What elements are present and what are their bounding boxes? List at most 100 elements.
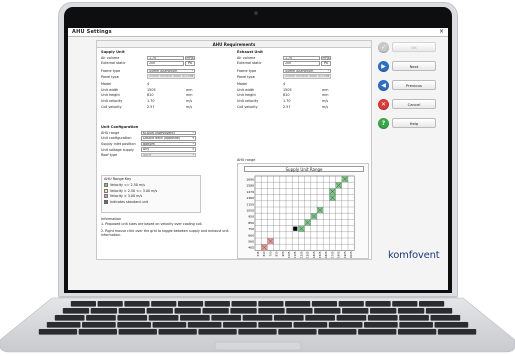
help-icon: ? xyxy=(378,117,389,129)
cancel-button-label: Cancel xyxy=(392,99,436,109)
komfovent-logo: komfovent xyxy=(388,250,440,261)
grid-y-label: 560 xyxy=(248,239,254,243)
grid-x-label: 1705 xyxy=(330,251,334,258)
exhaust-panel-type-select[interactable]: 45mm mineral wool (EU36 xyxy=(283,74,331,79)
exhaust-coil-velocity-label: Coil velocity xyxy=(237,104,258,109)
keyboard-key xyxy=(202,308,229,314)
supply-inlet-select[interactable]: Bottom xyxy=(141,141,196,147)
requirements-title: AHU Requirements xyxy=(97,41,371,48)
keyboard-key xyxy=(151,301,177,307)
keyboard-key xyxy=(305,315,335,321)
keyboard-key xyxy=(392,301,418,307)
exhaust-unit-velocity-unit: m/s xyxy=(322,98,329,103)
keyboard-key xyxy=(158,329,197,335)
roof-type-select[interactable]: None xyxy=(141,152,196,158)
ahu-range-grid-label: AHU range xyxy=(237,158,256,162)
ok-button[interactable]: ✓ OK xyxy=(378,40,442,54)
grid-x-label: 515 xyxy=(256,251,260,256)
supply-unit-width-value: 1505 xyxy=(147,87,156,92)
requirements-panel: AHU Requirements Supply Unit Air volume 1… xyxy=(96,40,372,260)
help-button[interactable]: ? Help xyxy=(378,116,442,130)
keyboard-key xyxy=(278,329,317,335)
close-icon[interactable]: × xyxy=(439,29,444,35)
supply-air-volume-unit[interactable]: m³/s xyxy=(185,55,195,61)
keyboard-key xyxy=(430,315,461,321)
exhaust-air-volume-label: Air volume xyxy=(237,55,256,60)
unit-configuration-select[interactable]: Double deck (opposite) xyxy=(141,136,196,141)
grid-y-label: 660 xyxy=(248,233,254,237)
keyboard-key xyxy=(238,329,277,335)
voltage-select[interactable]: Any xyxy=(141,147,196,152)
exhaust-external-static-label: External static xyxy=(237,61,262,66)
keyboard-key xyxy=(118,308,145,314)
supply-frame-type-select[interactable]: 45mm Aluminium xyxy=(147,68,195,74)
keyboard-key xyxy=(318,329,357,335)
exhaust-unit-width-label: Unit width xyxy=(237,87,255,92)
previous-button[interactable]: ◀ Previous xyxy=(378,78,442,92)
grid-y-label: 465 xyxy=(248,246,254,250)
key-item: Indicates standard unit xyxy=(104,199,198,205)
next-button[interactable]: ▶ Next xyxy=(378,59,442,73)
supply-coil-velocity-label: Coil velocity xyxy=(101,104,122,109)
grid-y-label: 1690 xyxy=(246,177,254,181)
config-heading: Unit Configuration xyxy=(101,125,139,129)
key-label: Indicates standard unit xyxy=(110,200,149,205)
info-line-2: 2. Right mouse click over the grid to to… xyxy=(101,228,229,238)
keyboard-key xyxy=(54,315,85,321)
supply-air-volume-input[interactable]: 1.70 xyxy=(147,55,184,61)
supply-model-label: Model xyxy=(101,82,112,87)
exhaust-unit-width-value: 1505 xyxy=(283,87,292,92)
cancel-button[interactable]: ✕ Cancel xyxy=(378,97,442,111)
keyboard-key xyxy=(258,308,285,314)
exhaust-air-volume-input[interactable]: 1.70 xyxy=(283,55,320,61)
keyboard-key xyxy=(70,301,96,307)
standard-unit-swatch-icon xyxy=(104,200,108,205)
grid-x-label: 1605 xyxy=(324,251,328,258)
exhaust-panel-type-label: Panel type xyxy=(237,74,255,79)
exhaust-frame-type-select[interactable]: 45mm Aluminium xyxy=(283,68,331,74)
info-line-1: 1. Proposed unit sizes are based on velo… xyxy=(101,222,203,227)
grid-x-label: 1405 xyxy=(312,251,316,258)
keyboard-key xyxy=(223,322,257,328)
supply-panel-type-select[interactable]: 45mm mineral wool (EU36 xyxy=(147,74,195,79)
keyboard-key xyxy=(230,308,257,314)
grid-cell-selected[interactable] xyxy=(293,226,298,231)
exhaust-model-label: Model xyxy=(237,82,248,87)
supply-model-value: 4 xyxy=(147,82,150,87)
ahu-range-select[interactable]: KLASIK [Komfovent] xyxy=(141,130,196,136)
keyboard-key xyxy=(62,308,90,314)
supply-unit-velocity-unit: m/s xyxy=(186,98,193,103)
grid-x-label: 1005 xyxy=(287,251,291,258)
exhaust-external-static-unit[interactable]: Pa xyxy=(321,61,331,66)
key-swatch-yellow xyxy=(104,188,108,193)
supply-external-static-unit[interactable]: Pa xyxy=(185,61,195,66)
ahu-range-key: AHU Range Key Velocity <= 2.50 m/s Veloc… xyxy=(101,175,201,213)
keyboard-key xyxy=(177,301,204,307)
exhaust-unit-height-unit: mm xyxy=(322,93,329,98)
unit-configuration-section: Unit Configuration AHU range KLASIK [Komf… xyxy=(101,125,227,158)
supply-air-volume-label: Air volume xyxy=(101,55,120,60)
keyboard-key xyxy=(204,301,230,307)
keyboard-key xyxy=(364,322,398,328)
keyboard-key xyxy=(46,322,81,328)
keyboard-key xyxy=(285,301,311,307)
exhaust-unit-section: Exhaust Unit Air volume 1.70 m³/s External… xyxy=(237,50,372,109)
exhaust-air-volume-unit[interactable]: m³/s xyxy=(321,55,331,61)
exhaust-external-static-input[interactable]: 200 xyxy=(283,61,320,66)
supply-panel-type-label: Panel type xyxy=(101,74,119,79)
ok-button-label: OK xyxy=(392,42,436,52)
keyboard-key xyxy=(117,322,151,328)
grid-y-label: 1360 xyxy=(246,196,254,200)
grid-x-label: 905 xyxy=(281,251,285,256)
camera-icon xyxy=(254,11,258,15)
voltage-label: Unit voltage supply xyxy=(101,147,134,152)
keyboard-key xyxy=(336,315,367,321)
supply-external-static-input[interactable]: 200 xyxy=(147,61,184,66)
keyboard-key xyxy=(328,322,363,328)
supply-frame-type-label: Frame type xyxy=(101,68,121,73)
keyboard-key xyxy=(365,301,391,307)
exhaust-unit-velocity-value: 1.70 xyxy=(283,98,291,103)
key-swatch-red xyxy=(104,194,108,199)
unit-range-grid[interactable]: 1690 1580 1470 1360 1155 1050 950 850 750 660 560 4… xyxy=(238,164,370,260)
keyboard-key xyxy=(425,308,453,314)
